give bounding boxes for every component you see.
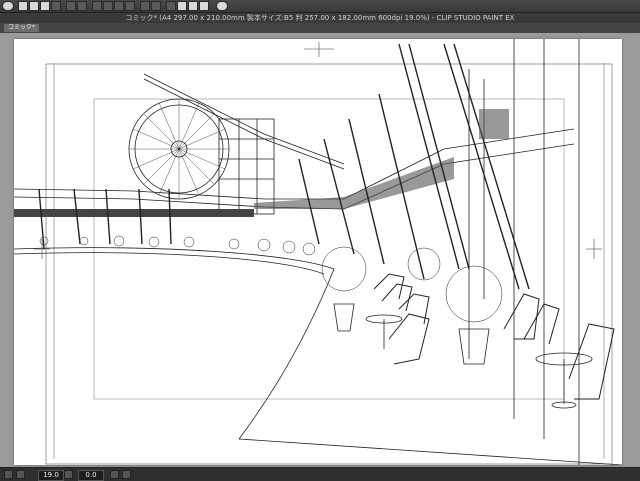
fill-icon[interactable] [125,1,135,11]
redo-icon[interactable] [77,1,87,11]
transform-icon[interactable] [92,1,102,11]
guide-icon[interactable] [199,1,209,11]
grid-icon[interactable] [188,1,198,11]
snap-icon[interactable] [177,1,187,11]
canvas-area[interactable] [0,33,640,467]
brush-icon[interactable] [140,1,150,11]
zoom-out-icon[interactable] [64,470,73,479]
new-icon[interactable] [18,1,28,11]
window-title: コミック* (A4 297.00 x 210.00mm 製本サイズ:B5 判 2… [0,13,640,23]
angle-field[interactable]: 0.0 [78,470,104,481]
zoom-field[interactable]: 19.0 [38,470,64,481]
help-icon[interactable] [216,1,228,11]
flip-icon[interactable] [110,470,119,479]
reset-view-icon[interactable] [122,470,131,479]
line-art-illustration [14,39,622,465]
app-menu-icon[interactable] [2,1,14,11]
main-toolbar [0,0,640,13]
crop-icon[interactable] [114,1,124,11]
move-icon[interactable] [103,1,113,11]
undo-icon[interactable] [66,1,76,11]
save-icon[interactable] [40,1,50,11]
open-icon[interactable] [29,1,39,11]
eraser-icon[interactable] [151,1,161,11]
ruler-icon[interactable] [166,1,176,11]
rotate-icon[interactable] [16,470,25,479]
tab-comic[interactable]: コミック* [4,24,40,32]
page-icon[interactable] [51,1,61,11]
status-bar: 19.0 0.0 [0,467,640,481]
canvas-page[interactable] [14,39,622,465]
document-tab-bar [0,23,640,33]
navigator-icon[interactable] [4,470,13,479]
